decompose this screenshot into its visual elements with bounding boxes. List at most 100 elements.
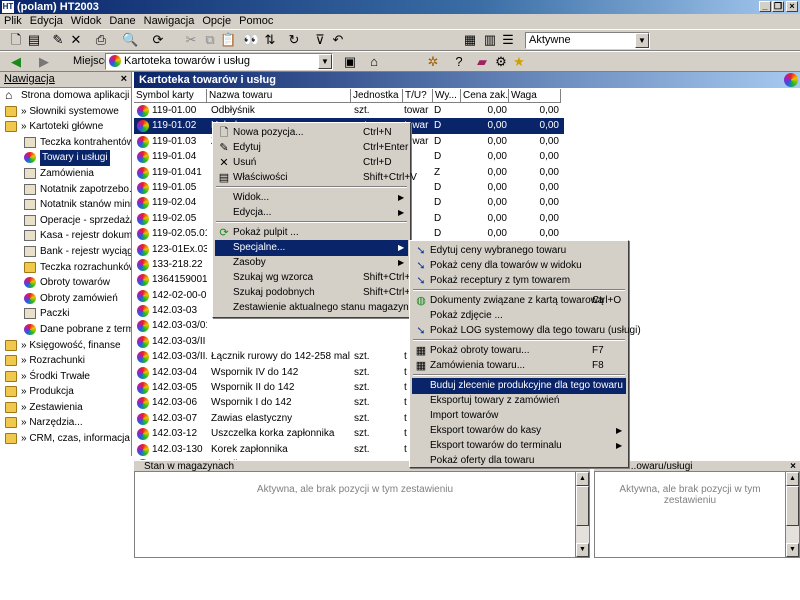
home-icon[interactable]: ⌂ <box>366 54 382 70</box>
properties-icon[interactable]: ▤ <box>26 32 42 48</box>
edit-icon[interactable]: ✎ <box>50 32 66 48</box>
table-row[interactable]: 119-01.00 Odbłyśnik szt. towar D 0,00 0,00 <box>134 103 564 118</box>
menu-item[interactable]: Specjalne... ▶ <box>215 240 408 256</box>
scroll-thumb[interactable] <box>786 486 799 526</box>
menu-item[interactable]: Szukaj wg wzorca Shift+Ctrl+F <box>215 270 416 286</box>
column-header-symbol[interactable]: Symbol karty <box>134 89 207 103</box>
menu-item[interactable]: ➘ Pokaż LOG systemowy dla tego towaru (us… <box>412 323 640 339</box>
scroll-down-icon[interactable]: ▼ <box>576 543 589 557</box>
sidebar-item[interactable]: Kasa - rejestr dokum... <box>0 228 131 244</box>
columns-icon[interactable]: ▥ <box>482 32 498 48</box>
menu-item[interactable]: Eksport towarów do terminalu ▶ <box>412 438 626 454</box>
sidebar-item[interactable]: Towary i usługi <box>0 150 131 166</box>
column-header-weight[interactable]: Waga <box>509 89 561 103</box>
menu-item[interactable]: ✎ Edytuj Ctrl+Enter <box>215 140 408 156</box>
undo-icon[interactable]: ↶ <box>330 32 346 48</box>
sidebar-item[interactable]: » Produkcja <box>0 384 131 400</box>
sidebar-item[interactable]: » Słowniki systemowe <box>0 104 131 120</box>
column-header-wy[interactable]: Wy... <box>433 89 461 103</box>
menu-item[interactable]: Buduj zlecenie produkcyjne dla tego towa… <box>412 378 626 394</box>
document-view-icon[interactable]: ▦ <box>462 32 478 48</box>
chevron-down-icon[interactable]: ▼ <box>318 54 332 69</box>
menu-edycja[interactable]: Edycja <box>26 14 67 29</box>
close-icon[interactable]: × <box>121 72 127 87</box>
menu-item[interactable]: ✕ Usuń Ctrl+D <box>215 155 408 171</box>
sidebar-item[interactable]: Bank - rejestr wyciąg... <box>0 244 131 260</box>
scroll-thumb[interactable] <box>576 486 589 526</box>
menu-item[interactable]: Zestawienie aktualnego stanu magazynów <box>215 300 421 316</box>
menu-item[interactable]: ◍ Dokumenty związane z kartą towarową Ctrl… <box>412 293 626 309</box>
menu-item[interactable]: Edycja... ▶ <box>215 205 408 221</box>
sidebar-item[interactable]: Teczka rozrachunków <box>0 260 131 276</box>
sidebar-item[interactable]: Notatnik stanów mini... <box>0 197 131 213</box>
close-button[interactable]: × <box>786 1 798 12</box>
sidebar-item[interactable]: » CRM, czas, informacja <box>0 431 131 447</box>
menu-item[interactable]: Pokaż zdjęcie ... <box>412 308 626 324</box>
status-combo[interactable]: Aktywne ▼ <box>525 32 650 49</box>
scroll-up-icon[interactable]: ▲ <box>576 472 589 486</box>
sidebar-item[interactable]: Obroty towarów <box>0 275 131 291</box>
column-header-unit[interactable]: Jednostka <box>351 89 403 103</box>
menu-pomoc[interactable]: Pomoc <box>235 14 277 29</box>
menu-plik[interactable]: Plik <box>0 14 26 29</box>
sidebar-item[interactable]: » Rozrachunki <box>0 353 131 369</box>
forward-arrow-icon[interactable]: ▶ <box>36 54 52 70</box>
search-icon[interactable]: 🔍 <box>122 32 138 48</box>
back-arrow-icon[interactable]: ◀ <box>8 54 24 70</box>
menu-item[interactable]: ⟳ Pokaż pulpit ... <box>215 225 408 241</box>
sidebar-item[interactable]: Zamówienia <box>0 166 131 182</box>
paste-icon[interactable]: 📋 <box>220 32 236 48</box>
scroll-up-icon[interactable]: ▲ <box>786 472 799 486</box>
menu-item[interactable]: ➘ Edytuj ceny wybranego towaru <box>412 243 626 259</box>
help-icon[interactable]: ? <box>451 54 467 70</box>
sort-icon[interactable]: ⇅ <box>262 32 278 48</box>
sidebar-item[interactable]: Paczki <box>0 306 131 322</box>
sidebar-item[interactable]: » Księgowość, finanse <box>0 338 131 354</box>
menu-item[interactable]: Zasoby ▶ <box>215 255 408 271</box>
sidebar-item[interactable]: Dane pobrane z termi... <box>0 322 131 338</box>
menu-item[interactable]: Pokaż oferty dla towaru <box>412 453 626 469</box>
filter-icon[interactable]: ⊽ <box>312 32 328 48</box>
vertical-scrollbar[interactable]: ▲ ▼ <box>785 472 799 557</box>
sidebar-item[interactable]: ⌂ Strona domowa aplikacji <box>0 88 131 104</box>
list-view-icon[interactable]: ☰ <box>500 32 516 48</box>
star-icon[interactable]: ★ <box>511 54 527 70</box>
column-header-tu[interactable]: T/U? <box>403 89 433 103</box>
cut-icon[interactable]: ✂ <box>183 32 199 48</box>
vertical-scrollbar[interactable]: ▲ ▼ <box>575 472 589 557</box>
menu-item[interactable]: Eksport towarów do kasy ▶ <box>412 423 626 439</box>
menu-dane[interactable]: Dane <box>105 14 139 29</box>
sidebar-item[interactable]: » Narzędzia... <box>0 415 131 431</box>
menu-item[interactable]: ▤ Właściwości Shift+Ctrl+V <box>215 170 417 186</box>
refresh-icon[interactable]: ⟳ <box>150 32 166 48</box>
menu-opcje[interactable]: Opcje <box>198 14 235 29</box>
new-document-icon[interactable]: 🗋 <box>8 32 24 48</box>
menu-item[interactable]: ▦ Zamówienia towaru... F8 <box>412 358 626 374</box>
settings-icon[interactable]: ⚙ <box>493 54 509 70</box>
binoculars-icon[interactable]: 👀 <box>243 32 259 48</box>
location-combo[interactable]: Kartoteka towarów i usług ▼ <box>105 53 333 70</box>
sidebar-item[interactable]: Operacje - sprzedaż/... <box>0 213 131 229</box>
menu-item[interactable]: ➘ Pokaż ceny dla towarów w widoku <box>412 258 626 274</box>
column-header-name[interactable]: Nazwa towaru <box>207 89 351 103</box>
bookmark-icon[interactable]: ▣ <box>342 54 358 70</box>
sidebar-item[interactable]: Obroty zamówień <box>0 291 131 307</box>
menu-item[interactable]: Eksportuj towary z zamówień <box>412 393 626 409</box>
scroll-down-icon[interactable]: ▼ <box>786 543 799 557</box>
restore-button[interactable]: ❐ <box>772 1 784 12</box>
print-icon[interactable]: ⎙ <box>93 32 109 48</box>
books-icon[interactable]: ▰ <box>474 54 490 70</box>
sidebar-item[interactable]: Teczka kontrahentów <box>0 135 131 151</box>
menu-item[interactable]: Szukaj podobnych Shift+Ctrl+A <box>215 285 417 301</box>
reload-icon[interactable]: ↻ <box>286 32 302 48</box>
sidebar-item[interactable]: » Środki Trwałe <box>0 369 131 385</box>
menu-nawigacja[interactable]: Nawigacja <box>140 14 199 29</box>
sidebar-item[interactable]: » Zestawienia <box>0 400 131 416</box>
menu-widok[interactable]: Widok <box>67 14 106 29</box>
chevron-down-icon[interactable]: ▼ <box>635 33 649 48</box>
menu-item[interactable]: ▦ Pokaż obroty towaru... F7 <box>412 343 626 359</box>
column-header-price[interactable]: Cena zak... <box>461 89 509 103</box>
sidebar-item[interactable]: » Kartoteki główne <box>0 119 131 135</box>
menu-item[interactable]: Widok... ▶ <box>215 190 408 206</box>
sidebar-item[interactable]: Notatnik zapotrzebo... <box>0 182 131 198</box>
